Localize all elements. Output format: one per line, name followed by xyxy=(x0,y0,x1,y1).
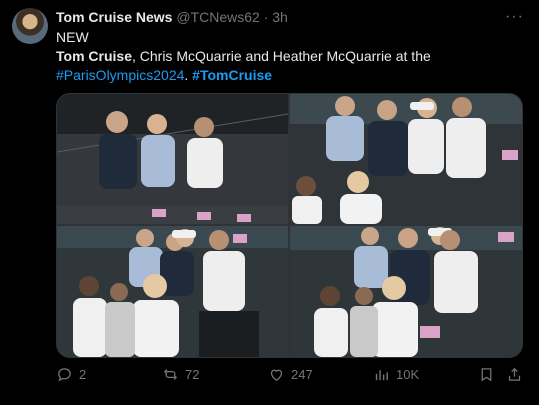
reply-count: 2 xyxy=(79,367,87,382)
share-button[interactable] xyxy=(506,366,523,383)
timestamp[interactable]: 3h xyxy=(272,9,288,25)
repost-icon xyxy=(163,369,178,380)
like-count: 247 xyxy=(291,367,313,382)
avatar[interactable] xyxy=(12,8,48,44)
views-count: 10K xyxy=(396,367,420,382)
views-icon xyxy=(375,370,388,381)
mention-tom-cruise: Tom Cruise xyxy=(56,48,132,64)
tweet-header: Tom Cruise News @TCNews62 · 3h xyxy=(56,9,288,25)
tweet-line-3: #ParisOlympics2024. #TomCruise xyxy=(56,66,526,85)
tweet-line-2-rest: , Chris McQuarrie and Heather McQuarrie … xyxy=(131,48,431,64)
photo-2[interactable] xyxy=(290,94,522,224)
bookmark-icon xyxy=(481,368,492,382)
action-bar: 2 72 247 10K xyxy=(56,366,526,386)
like-icon xyxy=(270,369,283,381)
media-grid xyxy=(56,93,523,358)
tweet-line-1: NEW xyxy=(56,29,89,45)
reply-icon xyxy=(58,368,71,382)
repost-button[interactable]: 72 xyxy=(162,366,199,383)
like-button[interactable]: 247 xyxy=(268,366,313,383)
tweet-text: NEW Tom Cruise, Chris McQuarrie and Heat… xyxy=(56,28,526,85)
share-icon xyxy=(508,367,521,381)
ellipsis-icon[interactable]: ··· xyxy=(505,8,524,26)
reply-button[interactable]: 2 xyxy=(56,366,86,383)
author-name[interactable]: Tom Cruise News xyxy=(56,9,172,25)
hashtag-paris-olympics[interactable]: #ParisOlympics2024 xyxy=(56,67,184,83)
separator: · xyxy=(263,9,269,25)
author-handle[interactable]: @TCNews62 xyxy=(176,9,259,25)
repost-count: 72 xyxy=(185,367,200,382)
tweet-line-3-mid: . xyxy=(184,67,193,83)
views-button[interactable]: 10K xyxy=(373,366,419,383)
hashtag-tom-cruise[interactable]: #TomCruise xyxy=(192,67,272,83)
photo-1[interactable] xyxy=(57,94,288,224)
tweet-line-2: Tom Cruise, Chris McQuarrie and Heather … xyxy=(56,47,526,66)
photo-3[interactable] xyxy=(57,226,288,357)
photo-4[interactable] xyxy=(290,226,522,357)
bookmark-button[interactable] xyxy=(478,366,495,383)
